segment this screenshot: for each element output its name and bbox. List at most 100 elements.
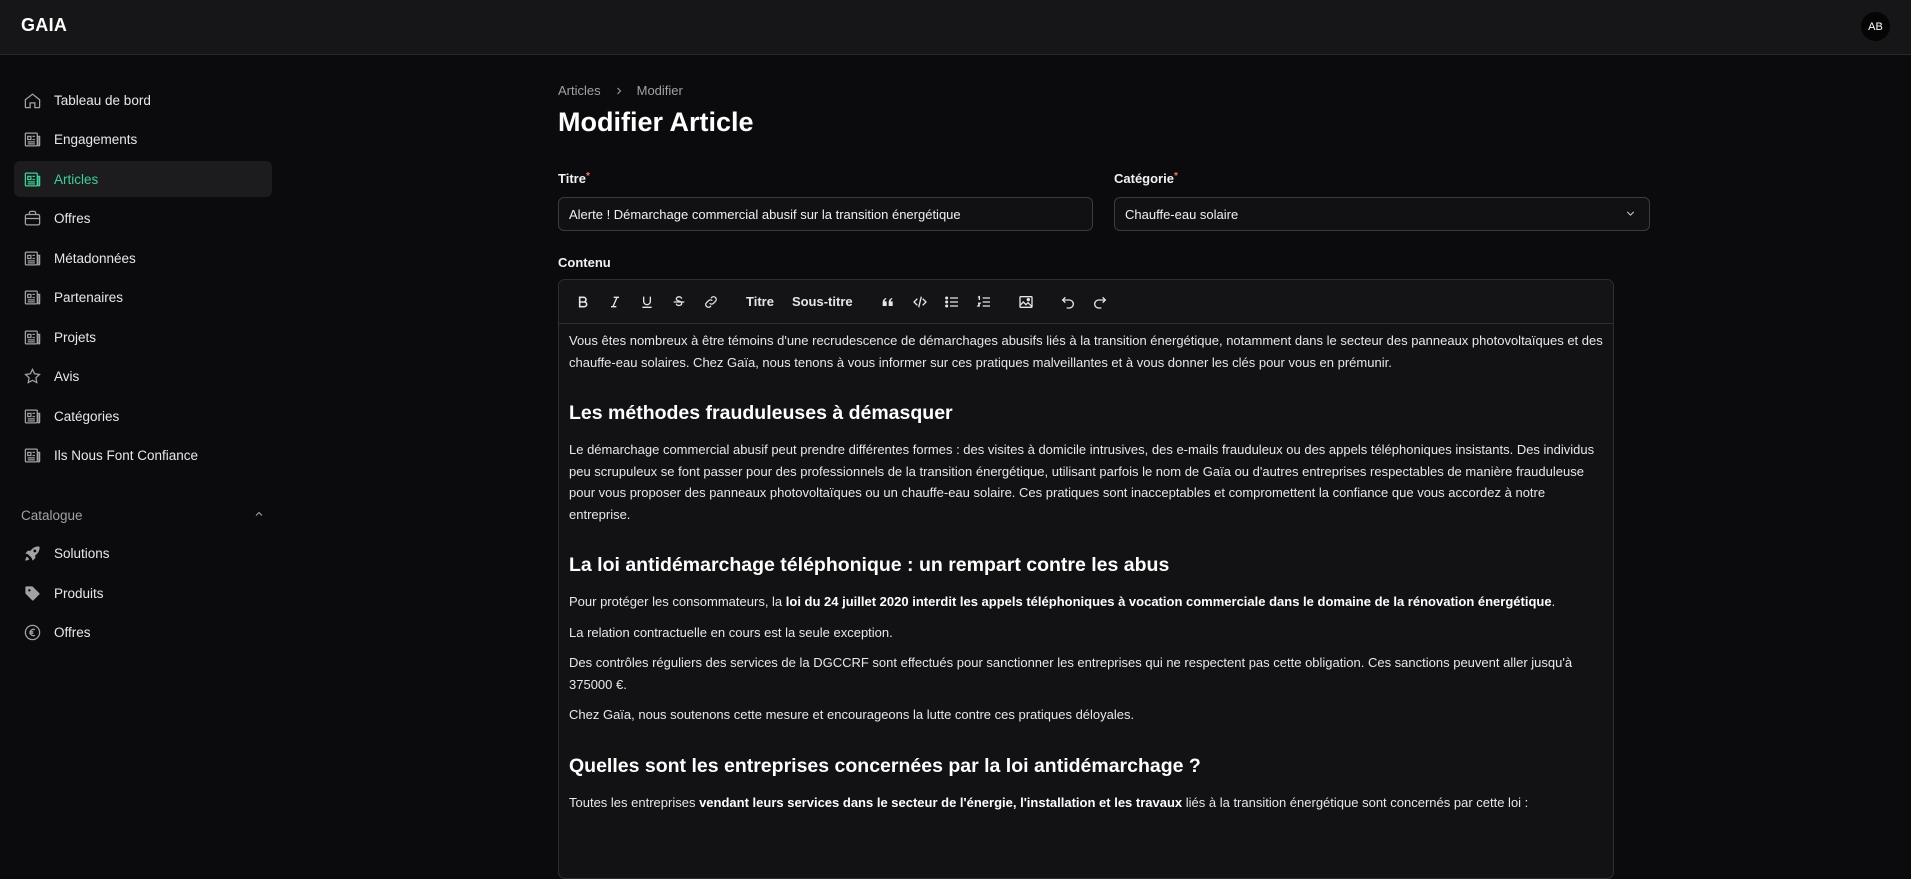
sidebar-item-partenaires[interactable]: Partenaires <box>14 279 272 315</box>
underline-button[interactable] <box>637 290 657 314</box>
ordered-list-icon <box>976 295 990 307</box>
newspaper-icon <box>22 445 42 465</box>
sidebar-item-label: Partenaires <box>54 289 124 305</box>
home-icon <box>22 90 42 110</box>
chevron-down-icon <box>1624 207 1637 223</box>
text-run: Pour protéger les consommateurs, la <box>569 594 786 609</box>
newspaper-icon <box>22 169 42 189</box>
app-logo[interactable]: GAIA <box>21 15 67 36</box>
ordered-list-button[interactable] <box>974 290 994 314</box>
sidebar-item-projets[interactable]: Projets <box>14 319 272 355</box>
title-field-label: Titre* <box>558 171 590 186</box>
sidebar-item-label: Ils Nous Font Confiance <box>54 447 199 463</box>
sidebar-item-label: Offres <box>54 210 91 226</box>
sidebar: Tableau de bord Engagements Articles Off… <box>0 55 280 873</box>
text-run: . <box>1551 594 1556 609</box>
category-label-text: Catégorie <box>1114 171 1174 186</box>
bold-text: vendant leurs services dans le secteur d… <box>699 794 1183 810</box>
tag-icon <box>22 583 42 603</box>
breadcrumb-articles-link[interactable]: Articles <box>558 83 601 98</box>
title-input-value: Alerte ! Démarchage commercial abusif su… <box>569 206 961 222</box>
text-run: Toutes les entreprises <box>569 794 700 810</box>
redo-icon <box>1093 296 1106 309</box>
rich-text-editor[interactable]: Titre Sous-titre Vous êtes nombreux à êt… <box>558 279 1614 879</box>
required-mark: * <box>585 171 590 182</box>
quote-icon <box>882 297 893 306</box>
sidebar-item-label: Produits <box>54 585 104 601</box>
sidebar-item-categories[interactable]: Catégories <box>14 398 272 434</box>
sidebar-item-offres[interactable]: Offres <box>14 200 272 236</box>
image-button[interactable] <box>1016 290 1036 314</box>
category-select-value: Chauffe-eau solaire <box>1125 206 1239 222</box>
quote-button[interactable] <box>878 290 898 314</box>
sidebar-item-label: Avis <box>54 368 80 384</box>
bold-button[interactable] <box>573 290 593 314</box>
subheading-button[interactable]: Sous-titre <box>789 290 856 314</box>
title-input[interactable]: Alerte ! Démarchage commercial abusif su… <box>558 197 1093 231</box>
editor-toolbar: Titre Sous-titre <box>559 280 1613 324</box>
sidebar-item-ils-nous-font-confiance[interactable]: Ils Nous Font Confiance <box>14 437 272 473</box>
sidebar-item-label: Articles <box>54 171 99 187</box>
link-icon <box>705 295 717 308</box>
undo-icon <box>1061 296 1074 309</box>
chevron-up-icon <box>253 508 265 523</box>
italic-button[interactable] <box>605 290 625 314</box>
category-select[interactable]: Chauffe-eau solaire <box>1114 197 1650 231</box>
bullet-list-button[interactable] <box>942 290 962 314</box>
newspaper-icon <box>22 129 42 149</box>
sidebar-item-metadonnees[interactable]: Métadonnées <box>14 240 272 276</box>
sidebar-item-solutions[interactable]: Solutions <box>14 535 272 571</box>
code-button[interactable] <box>910 290 930 314</box>
sidebar-item-produits[interactable]: Produits <box>14 575 272 611</box>
underline-icon <box>642 296 652 308</box>
sidebar-item-label: Tableau de bord <box>54 92 151 108</box>
sidebar-item-label: Solutions <box>54 545 110 561</box>
strikethrough-button[interactable] <box>669 290 689 314</box>
required-mark: * <box>1173 171 1178 182</box>
title-label-text: Titre <box>558 171 586 186</box>
editor-content[interactable]: Vous êtes nombreux à être témoins d'une … <box>559 324 1613 813</box>
sidebar-item-label: Offres <box>54 624 91 640</box>
paragraph: Vous êtes nombreux à être témoins d'une … <box>569 333 1603 370</box>
bullet-list-icon <box>944 295 958 308</box>
breadcrumb: Articles Modifier <box>558 83 683 98</box>
avatar[interactable]: AB <box>1861 12 1890 41</box>
rocket-icon <box>22 543 42 563</box>
sidebar-item-avis[interactable]: Avis <box>14 358 272 394</box>
newspaper-icon <box>22 248 42 268</box>
strikethrough-icon <box>673 295 685 306</box>
page-title: Modifier Article <box>558 107 754 137</box>
sidebar-item-label: Catégories <box>54 408 120 424</box>
content-heading: Les méthodes frauduleuses à démasquer <box>569 402 953 424</box>
image-icon <box>1018 295 1033 308</box>
bold-icon <box>578 296 588 307</box>
star-icon <box>22 366 42 386</box>
sidebar-item-label: Métadonnées <box>54 250 136 266</box>
paragraph: Des contrôles réguliers des services de … <box>569 655 1573 692</box>
redo-button[interactable] <box>1090 290 1110 314</box>
heading-button[interactable]: Titre <box>743 290 777 314</box>
link-button[interactable] <box>701 290 721 314</box>
category-field-label: Catégorie* <box>1114 171 1178 186</box>
code-icon <box>912 296 927 307</box>
sidebar-item-articles[interactable]: Articles <box>14 161 272 197</box>
sidebar-item-label: Projets <box>54 329 97 345</box>
undo-button[interactable] <box>1058 290 1078 314</box>
text-run: liés à la transition énergétique sont co… <box>1182 794 1529 810</box>
catalogue-section-toggle[interactable]: Catalogue <box>21 508 265 523</box>
sidebar-item-engagements[interactable]: Engagements <box>14 121 272 157</box>
italic-icon <box>611 296 619 307</box>
sidebar-item-offres-catalogue[interactable]: Offres <box>14 614 272 650</box>
content-heading: Quelles sont les entreprises concernées … <box>569 754 1201 777</box>
breadcrumb-current: Modifier <box>636 83 683 98</box>
paragraph: Le démarchage commercial abusif peut pre… <box>569 442 1595 522</box>
euro-icon <box>22 622 42 642</box>
sidebar-item-tableau-de-bord[interactable]: Tableau de bord <box>14 82 272 118</box>
paragraph: La relation contractuelle en cours est l… <box>569 624 893 640</box>
newspaper-icon <box>22 327 42 347</box>
top-bar: GAIA AB <box>0 0 1911 55</box>
chevron-right-icon <box>613 85 625 97</box>
content-heading: La loi antidémarchage téléphonique : un … <box>569 554 1170 576</box>
content-field-label: Contenu <box>558 255 611 270</box>
bold-text: loi du 24 juillet 2020 interdit les appe… <box>785 594 1552 609</box>
